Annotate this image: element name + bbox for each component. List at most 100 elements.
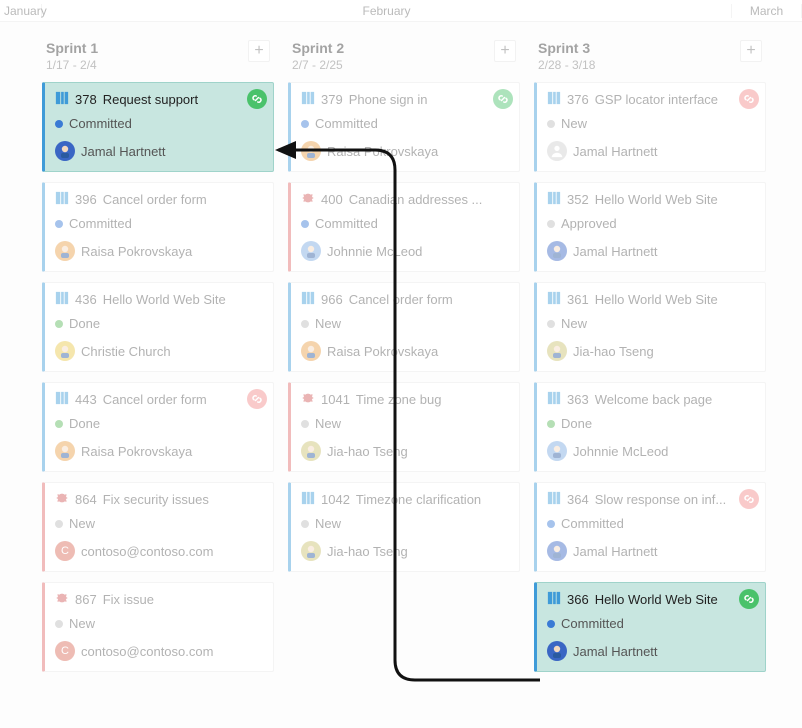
story-icon xyxy=(547,91,561,108)
month-january: January xyxy=(0,4,42,18)
add-card-button[interactable]: + xyxy=(740,40,762,62)
card-title-row: 400Canadian addresses ... xyxy=(301,191,509,208)
work-item-card[interactable]: 364Slow response on inf...CommittedJamal… xyxy=(534,482,766,572)
work-item-id: 1042 xyxy=(321,492,350,507)
work-item-title: Cancel order form xyxy=(103,192,207,207)
state-row: Committed xyxy=(301,216,509,231)
link-badge-icon xyxy=(739,489,759,509)
avatar xyxy=(301,141,321,161)
card-title-row: 436Hello World Web Site xyxy=(55,291,263,308)
work-item-id: 396 xyxy=(75,192,97,207)
month-header: January February March xyxy=(0,0,802,22)
column-date-range: 2/7 - 2/25 xyxy=(292,58,344,72)
work-item-card[interactable]: 352Hello World Web Site Approved Jamal Har… xyxy=(534,182,766,272)
story-icon xyxy=(301,491,315,508)
state-label: New xyxy=(561,316,587,331)
card-title-row: 352Hello World Web Site xyxy=(547,191,755,208)
assignee-name: Jamal Hartnett xyxy=(573,244,658,259)
assignee-row: Jamal Hartnett xyxy=(547,141,755,161)
state-label: Committed xyxy=(315,216,378,231)
column-header: Sprint 11/17 - 2/4+ xyxy=(42,34,274,82)
column-title: Sprint 3 xyxy=(538,40,595,56)
state-dot-icon xyxy=(55,320,63,328)
assignee-name: Johnnie McLeod xyxy=(327,244,422,259)
work-item-title: Request support xyxy=(103,92,198,107)
work-item-title: Cancel order form xyxy=(103,392,207,407)
assignee-name: Jia-hao Tseng xyxy=(573,344,654,359)
state-label: Approved xyxy=(561,216,617,231)
add-card-button[interactable]: + xyxy=(494,40,516,62)
assignee-row: Johnnie McLeod xyxy=(301,241,509,261)
assignee-row: Raisa Pokrovskaya xyxy=(301,141,509,161)
add-card-button[interactable]: + xyxy=(248,40,270,62)
state-row: Committed xyxy=(301,116,509,131)
work-item-card[interactable]: 436Hello World Web SiteDoneChristie Chur… xyxy=(42,282,274,372)
work-item-id: 361 xyxy=(567,292,589,307)
work-item-card[interactable]: 867Fix issueNewCcontoso@contoso.com xyxy=(42,582,274,672)
assignee-name: contoso@contoso.com xyxy=(81,544,213,559)
assignee-row: Ccontoso@contoso.com xyxy=(55,541,263,561)
state-label: New xyxy=(561,116,587,131)
avatar xyxy=(547,341,567,361)
avatar xyxy=(55,441,75,461)
assignee-row: Raisa Pokrovskaya xyxy=(301,341,509,361)
work-item-id: 436 xyxy=(75,292,97,307)
assignee-name: Jamal Hartnett xyxy=(573,644,658,659)
state-dot-icon xyxy=(301,420,309,428)
state-row: New xyxy=(301,516,509,531)
state-row: New xyxy=(301,416,509,431)
avatar xyxy=(301,441,321,461)
card-title-row: 1042Timezone clarification xyxy=(301,491,509,508)
work-item-title: Phone sign in xyxy=(349,92,428,107)
assignee-row: Christie Church xyxy=(55,341,263,361)
assignee-name: Raisa Pokrovskaya xyxy=(327,144,438,159)
avatar xyxy=(55,341,75,361)
work-item-card[interactable]: 396Cancel order formCommittedRaisa Pokro… xyxy=(42,182,274,272)
state-dot-icon xyxy=(301,220,309,228)
work-item-card[interactable]: 1042Timezone clarificationNewJia-hao Tse… xyxy=(288,482,520,572)
avatar xyxy=(547,141,567,161)
work-item-card[interactable]: 361Hello World Web SiteNewJia-hao Tseng xyxy=(534,282,766,372)
work-item-title: Canadian addresses ... xyxy=(349,192,483,207)
column-date-range: 1/17 - 2/4 xyxy=(46,58,98,72)
state-label: Committed xyxy=(69,216,132,231)
work-item-card[interactable]: 864Fix security issuesNewCcontoso@contos… xyxy=(42,482,274,572)
state-label: New xyxy=(315,316,341,331)
work-item-card[interactable]: 378Request supportCommittedJamal Hartnet… xyxy=(42,82,274,172)
work-item-card[interactable]: 400Canadian addresses ... Committed Johnni… xyxy=(288,182,520,272)
state-row: Committed xyxy=(547,616,755,631)
state-row: Committed xyxy=(55,216,263,231)
state-row: New xyxy=(55,516,263,531)
assignee-row: Jia-hao Tseng xyxy=(547,341,755,361)
work-item-card[interactable]: 366Hello World Web Site Committed Jamal Ha… xyxy=(534,582,766,672)
column-date-range: 2/28 - 3/18 xyxy=(538,58,595,72)
card-title-row: 379Phone sign in xyxy=(301,91,509,108)
state-row: New xyxy=(547,116,755,131)
work-item-card[interactable]: 379Phone sign in Committed Raisa Pokrovska… xyxy=(288,82,520,172)
work-item-id: 378 xyxy=(75,92,97,107)
story-icon xyxy=(301,291,315,308)
work-item-card[interactable]: 966Cancel order formNewRaisa Pokrovskaya xyxy=(288,282,520,372)
work-item-card[interactable]: 363Welcome back pageDoneJohnnie McLeod xyxy=(534,382,766,472)
assignee-name: Christie Church xyxy=(81,344,171,359)
column-title: Sprint 2 xyxy=(292,40,344,56)
work-item-card[interactable]: 443Cancel order formDoneRaisa Pokrovskay… xyxy=(42,382,274,472)
link-badge-icon xyxy=(739,589,759,609)
state-label: New xyxy=(69,516,95,531)
card-title-row: 378 Request support xyxy=(55,91,263,108)
card-title-row: 366Hello World Web Site xyxy=(547,591,755,608)
story-icon xyxy=(547,191,561,208)
card-title-row: 376GSP locator interface xyxy=(547,91,755,108)
story-icon xyxy=(547,291,561,308)
assignee-name: contoso@contoso.com xyxy=(81,644,213,659)
work-item-title: Welcome back page xyxy=(595,392,713,407)
work-item-card[interactable]: 1041Time zone bugNewJia-hao Tseng xyxy=(288,382,520,472)
state-label: Committed xyxy=(561,616,624,631)
bug-icon xyxy=(301,391,315,408)
assignee-name: Jia-hao Tseng xyxy=(327,444,408,459)
assignee-name: Johnnie McLeod xyxy=(573,444,668,459)
work-item-card[interactable]: 376GSP locator interface New Jamal Hartnet… xyxy=(534,82,766,172)
state-row: New xyxy=(301,316,509,331)
work-item-title: Cancel order form xyxy=(349,292,453,307)
assignee-name: Raisa Pokrovskaya xyxy=(81,444,192,459)
